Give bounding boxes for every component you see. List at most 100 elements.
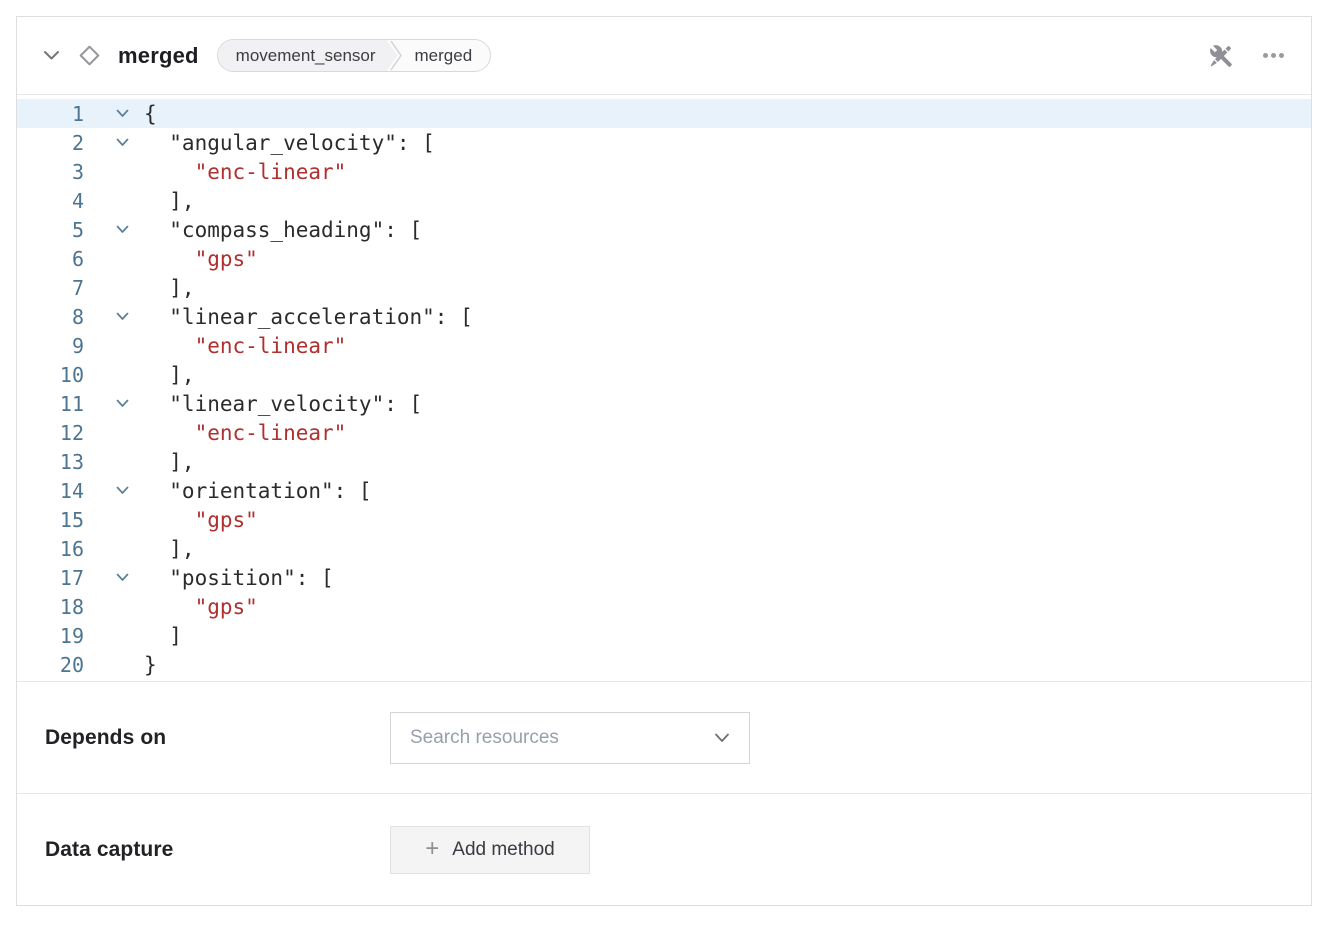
fold-gutter [84, 621, 144, 650]
code-text: "gps" [144, 508, 258, 532]
line-number: 19 [17, 624, 84, 648]
code-text: "enc-linear" [144, 334, 346, 358]
line-number: 2 [17, 131, 84, 155]
line-number: 1 [17, 102, 84, 126]
fold-gutter [84, 331, 144, 360]
line-number: 8 [17, 305, 84, 329]
breadcrumb-type: movement_sensor [218, 40, 398, 71]
code-line[interactable]: 7 ], [17, 273, 1311, 302]
line-number: 3 [17, 160, 84, 184]
line-number: 9 [17, 334, 84, 358]
fold-chevron-icon[interactable] [84, 99, 144, 128]
fold-chevron-icon[interactable] [84, 215, 144, 244]
component-card: merged movement_sensor merged [16, 16, 1312, 906]
code-line[interactable]: 2 "angular_velocity": [ [17, 128, 1311, 157]
code-text: "gps" [144, 595, 258, 619]
tools-button[interactable] [1208, 43, 1234, 69]
line-number: 15 [17, 508, 84, 532]
select-placeholder: Search resources [410, 727, 714, 749]
fold-gutter [84, 244, 144, 273]
code-line[interactable]: 10 ], [17, 360, 1311, 389]
component-header: merged movement_sensor merged [17, 17, 1311, 95]
code-text: ], [144, 276, 195, 300]
code-text: "angular_velocity": [ [144, 131, 435, 155]
code-line[interactable]: 6 "gps" [17, 244, 1311, 273]
code-text: ], [144, 537, 195, 561]
line-number: 6 [17, 247, 84, 271]
plus-icon: + [425, 837, 439, 861]
fold-gutter [84, 534, 144, 563]
code-text: { [144, 102, 157, 126]
fold-gutter [84, 360, 144, 389]
code-text: "enc-linear" [144, 421, 346, 445]
code-line[interactable]: 17 "position": [ [17, 563, 1311, 592]
line-number: 20 [17, 653, 84, 677]
code-line[interactable]: 8 "linear_acceleration": [ [17, 302, 1311, 331]
code-text: "linear_acceleration": [ [144, 305, 473, 329]
code-line[interactable]: 4 ], [17, 186, 1311, 215]
fold-gutter [84, 447, 144, 476]
fold-gutter [84, 273, 144, 302]
code-line[interactable]: 3 "enc-linear" [17, 157, 1311, 186]
fold-chevron-icon[interactable] [84, 563, 144, 592]
code-text: ] [144, 624, 182, 648]
component-title: merged [118, 43, 199, 69]
code-line[interactable]: 11 "linear_velocity": [ [17, 389, 1311, 418]
code-line[interactable]: 20} [17, 650, 1311, 679]
fold-chevron-icon[interactable] [84, 389, 144, 418]
wrench-screwdriver-icon [1208, 43, 1234, 69]
breadcrumb: movement_sensor merged [217, 39, 491, 72]
code-line[interactable]: 19 ] [17, 621, 1311, 650]
chevron-down-icon [43, 50, 60, 61]
code-text: } [144, 653, 157, 677]
line-number: 10 [17, 363, 84, 387]
code-line[interactable]: 12 "enc-linear" [17, 418, 1311, 447]
depends-on-section: Depends on Search resources [17, 681, 1311, 793]
data-capture-label: Data capture [45, 838, 390, 862]
code-line[interactable]: 5 "compass_heading": [ [17, 215, 1311, 244]
collapse-button[interactable] [43, 50, 60, 61]
breadcrumb-name: merged [403, 46, 491, 66]
line-number: 16 [17, 537, 84, 561]
code-line[interactable]: 15 "gps" [17, 505, 1311, 534]
ellipsis-icon [1262, 52, 1285, 59]
code-text: "linear_velocity": [ [144, 392, 422, 416]
fold-chevron-icon[interactable] [84, 128, 144, 157]
code-line[interactable]: 16 ], [17, 534, 1311, 563]
header-actions [1208, 43, 1285, 69]
code-editor[interactable]: 1{2 "angular_velocity": [3 "enc-linear"4… [17, 95, 1311, 681]
line-number: 7 [17, 276, 84, 300]
fold-gutter [84, 505, 144, 534]
code-text: ], [144, 189, 195, 213]
code-text: "compass_heading": [ [144, 218, 422, 242]
code-line[interactable]: 18 "gps" [17, 592, 1311, 621]
fold-chevron-icon[interactable] [84, 476, 144, 505]
code-line[interactable]: 14 "orientation": [ [17, 476, 1311, 505]
line-number: 14 [17, 479, 84, 503]
code-text: "position": [ [144, 566, 334, 590]
code-text: "orientation": [ [144, 479, 372, 503]
line-number: 12 [17, 421, 84, 445]
code-line[interactable]: 13 ], [17, 447, 1311, 476]
resource-search-select[interactable]: Search resources [390, 712, 750, 764]
depends-on-label: Depends on [45, 726, 390, 750]
fold-gutter [84, 418, 144, 447]
component-diamond-icon [76, 42, 103, 69]
code-line[interactable]: 9 "enc-linear" [17, 331, 1311, 360]
add-method-button[interactable]: + Add method [390, 826, 590, 874]
fold-chevron-icon[interactable] [84, 302, 144, 331]
code-text: ], [144, 450, 195, 474]
line-number: 11 [17, 392, 84, 416]
code-text: ], [144, 363, 195, 387]
data-capture-section: Data capture + Add method [17, 793, 1311, 905]
code-line[interactable]: 1{ [17, 99, 1311, 128]
fold-gutter [84, 650, 144, 679]
fold-gutter [84, 157, 144, 186]
line-number: 5 [17, 218, 84, 242]
fold-gutter [84, 592, 144, 621]
fold-gutter [84, 186, 144, 215]
line-number: 13 [17, 450, 84, 474]
code-text: "enc-linear" [144, 160, 346, 184]
add-method-label: Add method [452, 839, 554, 861]
more-menu-button[interactable] [1262, 52, 1285, 59]
